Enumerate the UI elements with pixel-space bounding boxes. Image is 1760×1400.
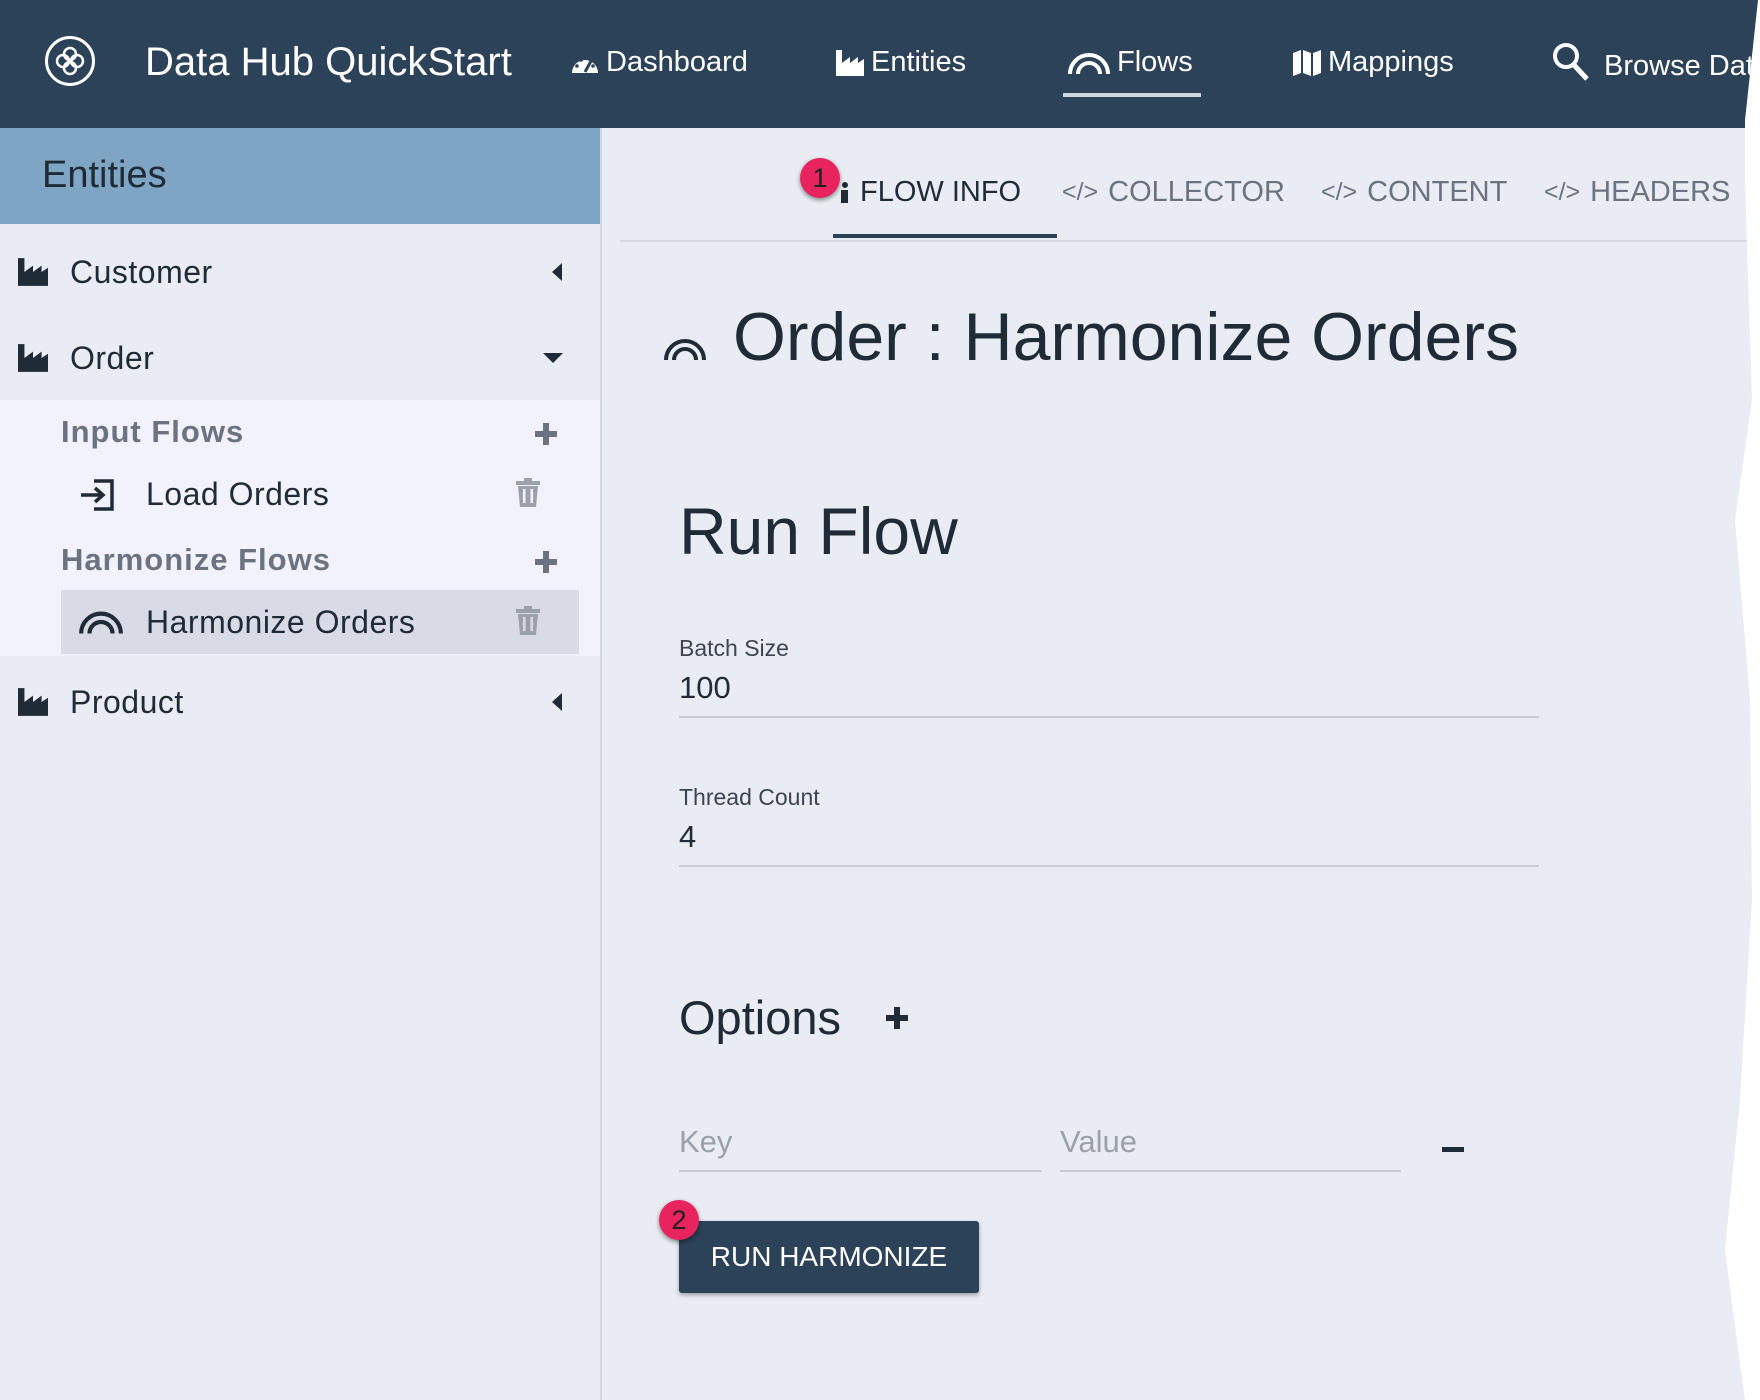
option-key-input[interactable]: Key: [679, 1124, 1042, 1172]
thread-count-field[interactable]: Thread Count 4: [679, 784, 1539, 867]
thread-count-label: Thread Count: [679, 784, 820, 810]
nav-dashboard-label: Dashboard: [606, 46, 748, 78]
rainbow-icon: [664, 339, 706, 361]
rainbow-icon: [79, 611, 123, 634]
flow-item-harmonize-orders[interactable]: Harmonize Orders: [61, 590, 579, 654]
industry-icon: [18, 688, 48, 716]
page-title: Order : Harmonize Orders: [663, 298, 1519, 376]
add-input-flow-plus-icon[interactable]: [534, 422, 558, 446]
flow-label: Harmonize Orders: [146, 604, 416, 640]
tab-content[interactable]: </> CONTENT: [1321, 176, 1507, 209]
top-navbar: Data Hub QuickStart Dashboard Entities F…: [0, 0, 1760, 128]
batch-size-input[interactable]: 100: [679, 670, 1539, 718]
nav-mappings[interactable]: Mappings: [1292, 46, 1454, 79]
entity-row-order[interactable]: Order: [0, 314, 600, 400]
app-window: Data Hub QuickStart Dashboard Entities F…: [0, 0, 1760, 1400]
caret-left-icon[interactable]: [550, 262, 564, 282]
run-flow-title: Run Flow: [679, 494, 958, 568]
flow-tabs: FLOW INFO </> COLLECTOR </> CONTENT </> …: [620, 128, 1758, 242]
order-flows-panel: Input Flows Load Orders Harmonize Flows: [0, 400, 600, 656]
nav-browse-data-label: Browse Data: [1604, 50, 1760, 82]
info-icon: [841, 181, 848, 203]
tab-active-indicator: [833, 234, 1057, 238]
add-option-plus-icon[interactable]: [885, 1006, 909, 1030]
entity-row-product[interactable]: Product: [0, 658, 600, 744]
remove-option-minus-icon[interactable]: [1442, 1147, 1464, 1152]
entity-row-customer[interactable]: Customer: [0, 228, 600, 314]
tab-flow-info[interactable]: FLOW INFO: [840, 176, 1021, 209]
nav-active-indicator: [1063, 93, 1201, 97]
flow-item-load-orders[interactable]: Load Orders: [61, 462, 579, 526]
nav-dashboard[interactable]: Dashboard: [570, 46, 748, 79]
app-title[interactable]: Data Hub QuickStart: [145, 40, 512, 85]
run-harmonize-button[interactable]: RUN HARMONIZE: [679, 1221, 979, 1293]
main-content: FLOW INFO </> COLLECTOR </> CONTENT </> …: [602, 128, 1758, 1400]
entities-sidebar: Entities Customer Order Input Flows Load…: [0, 128, 602, 1400]
batch-size-label: Batch Size: [679, 635, 789, 661]
tab-headers[interactable]: </> HEADERS: [1544, 176, 1730, 209]
caret-left-icon[interactable]: [550, 692, 564, 712]
caret-down-icon[interactable]: [542, 352, 564, 364]
nav-entities[interactable]: Entities: [835, 46, 966, 79]
options-header: Options: [679, 990, 909, 1045]
flow-label: Load Orders: [146, 476, 330, 512]
entity-label: Order: [70, 340, 155, 376]
industry-icon: [18, 344, 48, 372]
nav-entities-label: Entities: [871, 46, 967, 78]
sidebar-title: Entities: [42, 154, 167, 196]
nav-browse-data[interactable]: Browse Data: [1552, 40, 1760, 83]
rainbow-icon: [1068, 52, 1110, 74]
page-title-text: Order : Harmonize Orders: [733, 299, 1519, 375]
input-flows-label: Input Flows: [61, 414, 245, 449]
entity-label: Product: [70, 684, 184, 720]
add-harmonize-flow-plus-icon[interactable]: [534, 550, 558, 574]
code-icon: </>: [1321, 178, 1358, 206]
tab-collector[interactable]: </> COLLECTOR: [1062, 176, 1285, 209]
batch-size-field[interactable]: Batch Size 100: [679, 635, 1539, 718]
nav-flows-label: Flows: [1117, 46, 1193, 78]
option-value-input[interactable]: Value: [1060, 1124, 1401, 1172]
tachometer-icon: [572, 57, 598, 73]
map-icon: [1293, 49, 1321, 76]
flower-logo-icon[interactable]: [45, 36, 95, 86]
sidebar-header: Entities: [0, 128, 600, 224]
tab-label: COLLECTOR: [1108, 176, 1285, 208]
harmonize-flows-label: Harmonize Flows: [61, 542, 331, 577]
trash-icon[interactable]: [515, 478, 541, 508]
nav-mappings-label: Mappings: [1328, 46, 1454, 78]
code-icon: </>: [1544, 178, 1581, 206]
sign-in-icon: [81, 479, 114, 511]
thread-count-input[interactable]: 4: [679, 819, 1539, 867]
callout-badge-2: 2: [659, 1200, 699, 1240]
trash-icon[interactable]: [515, 606, 541, 636]
options-title: Options: [679, 991, 841, 1044]
callout-badge-1: 1: [800, 158, 840, 198]
nav-flows[interactable]: Flows: [1067, 46, 1193, 79]
industry-icon: [836, 49, 864, 76]
tab-label: CONTENT: [1367, 176, 1508, 208]
industry-icon: [18, 258, 48, 286]
tab-label: FLOW INFO: [860, 176, 1022, 208]
entity-label: Customer: [70, 254, 213, 290]
tab-label: HEADERS: [1590, 176, 1731, 208]
search-icon: [1553, 42, 1589, 81]
code-icon: </>: [1062, 178, 1099, 206]
